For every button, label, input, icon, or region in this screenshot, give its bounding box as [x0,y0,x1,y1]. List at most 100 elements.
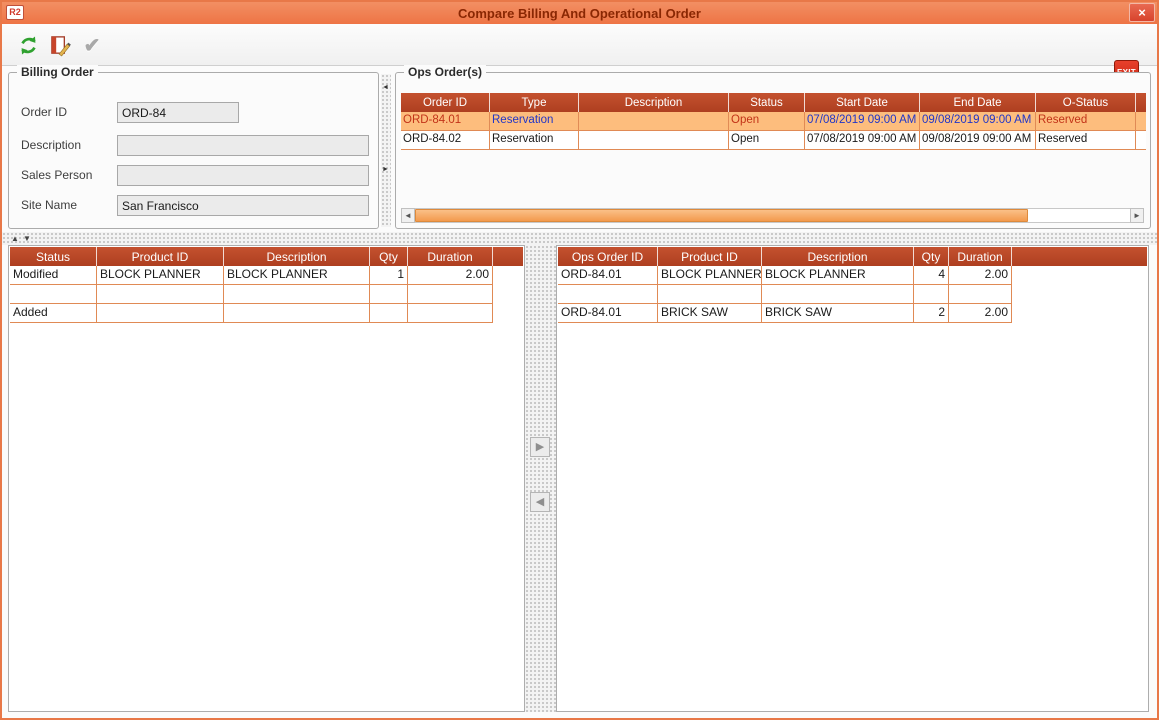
sales-person-label: Sales Person [21,165,92,186]
column-header-end-date: End Date [920,93,1036,112]
billing-item-row[interactable] [10,285,523,304]
confirm-button[interactable]: ✔ [78,31,106,59]
column-header-duration: Duration [408,247,493,266]
cell-o-status[interactable]: Reserved [1036,112,1136,131]
row-filler [1136,112,1146,131]
cell-qty[interactable] [370,285,408,304]
cell-start-date[interactable]: 07/08/2019 09:00 AM [805,112,920,131]
description-label: Description [21,135,81,156]
cell-o-status[interactable]: Reserved [1036,131,1136,150]
row-filler [493,304,523,323]
billing-items-grid: Status Product ID Description Qty Durati… [10,247,523,323]
cell-description[interactable] [579,112,729,131]
ops-item-row[interactable]: ORD-84.01 BRICK SAW BRICK SAW 2 2.00 [558,304,1147,323]
row-filler [1136,131,1146,150]
collapse-down-icon[interactable]: ▼ [23,234,31,243]
save-button[interactable] [46,31,74,59]
cell-qty[interactable] [914,285,949,304]
refresh-button[interactable] [14,31,42,59]
cell-description[interactable] [224,285,370,304]
cell-duration[interactable]: 2.00 [949,266,1012,285]
cell-product-id[interactable] [97,285,224,304]
scrollbar-thumb[interactable] [415,209,1028,222]
scrollbar-track[interactable] [415,208,1130,223]
cell-status[interactable]: Modified [10,266,97,285]
close-button[interactable]: × [1129,3,1155,22]
cell-description[interactable]: BLOCK PLANNER [224,266,370,285]
cell-qty[interactable] [370,304,408,323]
cell-order-id[interactable]: ORD-84.01 [401,112,490,131]
cell-type[interactable]: Reservation [490,112,579,131]
cell-ops-order-id[interactable]: ORD-84.01 [558,266,658,285]
cell-ops-order-id[interactable]: ORD-84.01 [558,304,658,323]
cell-duration[interactable] [408,285,493,304]
cell-product-id[interactable]: BRICK SAW [658,304,762,323]
billing-order-panel: Billing Order Order ID Description Sales… [8,72,379,229]
cell-type[interactable]: Reservation [490,131,579,150]
billing-item-row[interactable]: Modified BLOCK PLANNER BLOCK PLANNER 1 2… [10,266,523,285]
vertical-splitter[interactable]: ◄ ► [381,74,391,227]
ops-items-panel: Ops Order ID Product ID Description Qty … [556,245,1149,712]
ops-order-row[interactable]: ORD-84.02 Reservation Open 07/08/2019 09… [401,131,1146,150]
site-name-field[interactable] [117,195,369,216]
column-header-order-id: Order ID [401,93,490,112]
cell-product-id[interactable]: BLOCK PLANNER [97,266,224,285]
move-left-button[interactable]: ◀ [530,492,550,512]
ops-order-row-selected[interactable]: ORD-84.01 Reservation Open 07/08/2019 09… [401,112,1146,131]
row-filler [1012,285,1147,304]
cell-description[interactable]: BLOCK PLANNER [762,266,914,285]
cell-description[interactable]: BRICK SAW [762,304,914,323]
row-filler [493,285,523,304]
column-header-start-date: Start Date [805,93,920,112]
cell-status[interactable]: Open [729,131,805,150]
cell-end-date[interactable]: 09/08/2019 09:00 AM [920,112,1036,131]
cell-product-id[interactable]: BLOCK PLANNER [658,266,762,285]
cell-order-id[interactable]: ORD-84.02 [401,131,490,150]
edit-note-icon [49,34,72,57]
collapse-up-icon[interactable]: ▲ [11,234,19,243]
column-header-filler [1136,93,1146,112]
ops-items-grid: Ops Order ID Product ID Description Qty … [558,247,1147,323]
cell-status[interactable]: Added [10,304,97,323]
cell-status[interactable] [10,285,97,304]
cell-duration[interactable] [949,285,1012,304]
column-header-description: Description [579,93,729,112]
cell-description[interactable] [762,285,914,304]
cell-qty[interactable]: 1 [370,266,408,285]
site-name-label: Site Name [21,195,77,216]
cell-duration[interactable]: 2.00 [949,304,1012,323]
cell-duration[interactable]: 2.00 [408,266,493,285]
collapse-left-icon[interactable]: ◄ [382,84,389,92]
cell-description[interactable] [224,304,370,323]
column-header-description: Description [224,247,370,266]
description-field[interactable] [117,135,369,156]
cell-product-id[interactable] [97,304,224,323]
horizontal-splitter[interactable]: ▲ ▼ [2,232,1157,245]
order-id-field[interactable] [117,102,239,123]
cell-duration[interactable] [408,304,493,323]
cell-qty[interactable]: 2 [914,304,949,323]
ops-orders-title: Ops Order(s) [404,65,486,79]
cell-start-date[interactable]: 07/08/2019 09:00 AM [805,131,920,150]
ops-item-row[interactable]: ORD-84.01 BLOCK PLANNER BLOCK PLANNER 4 … [558,266,1147,285]
cell-description[interactable] [579,131,729,150]
column-header-filler [493,247,523,266]
cell-end-date[interactable]: 09/08/2019 09:00 AM [920,131,1036,150]
collapse-right-icon[interactable]: ► [382,166,389,174]
move-right-button[interactable]: ▶ [530,437,550,457]
refresh-icon [17,34,40,57]
app-window: R2 Compare Billing And Operational Order… [0,0,1159,720]
ops-item-row[interactable] [558,285,1147,304]
ops-orders-grid: Order ID Type Description Status Start D… [401,93,1146,150]
items-splitter[interactable]: ▶ ◀ [525,245,556,712]
cell-status[interactable]: Open [729,112,805,131]
cell-product-id[interactable] [658,285,762,304]
scroll-right-button[interactable]: ► [1130,208,1144,223]
cell-qty[interactable]: 4 [914,266,949,285]
scroll-left-button[interactable]: ◄ [401,208,415,223]
billing-item-row[interactable]: Added [10,304,523,323]
sales-person-field[interactable] [117,165,369,186]
cell-ops-order-id[interactable] [558,285,658,304]
billing-items-header-row: Status Product ID Description Qty Durati… [10,247,523,266]
ops-horizontal-scrollbar[interactable]: ◄ ► [401,208,1144,223]
